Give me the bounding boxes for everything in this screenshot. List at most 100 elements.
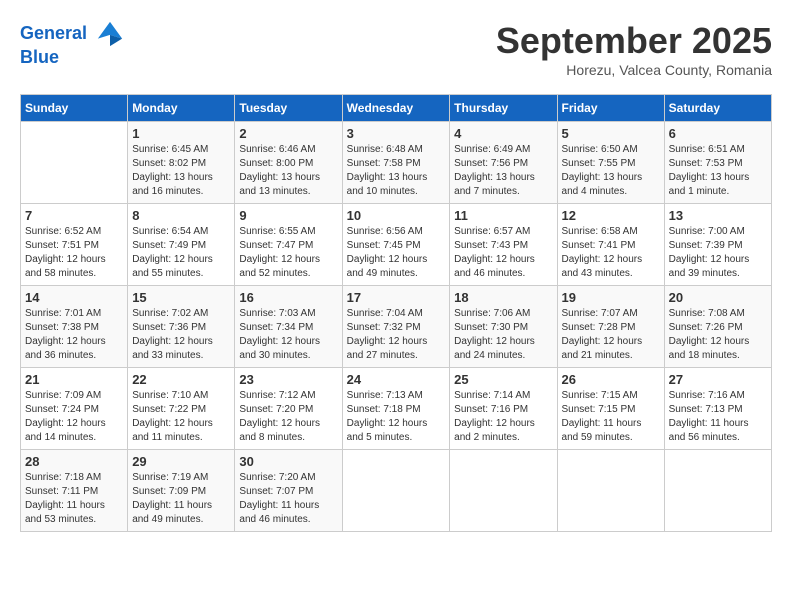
day-cell: 13Sunrise: 7:00 AM Sunset: 7:39 PM Dayli… bbox=[664, 204, 771, 286]
day-detail: Sunrise: 6:50 AM Sunset: 7:55 PM Dayligh… bbox=[562, 143, 660, 199]
title-block: September 2025 Horezu, Valcea County, Ro… bbox=[496, 20, 772, 78]
week-row-2: 7 Sunrise: 6:52 AM Sunset: 7:51 PM Daylig… bbox=[21, 204, 772, 286]
day-cell: 30Sunrise: 7:20 AM Sunset: 7:07 PM Dayli… bbox=[235, 450, 342, 532]
week-row-3: 14 Sunrise: 7:01 AM Sunset: 7:38 PM Dayli… bbox=[21, 286, 772, 368]
day-cell: 29 Sunrise: 7:19 AM Sunset: 7:09 PM Dayli… bbox=[128, 450, 235, 532]
day-cell: 22 Sunrise: 7:10 AM Sunset: 7:22 PM Dayli… bbox=[128, 368, 235, 450]
day-detail: Sunrise: 6:48 AM Sunset: 7:58 PM Dayligh… bbox=[347, 143, 446, 199]
day-number: 6 bbox=[669, 126, 767, 141]
location-subtitle: Horezu, Valcea County, Romania bbox=[496, 62, 772, 78]
day-number: 13 bbox=[669, 208, 767, 223]
day-detail: Sunrise: 6:49 AM Sunset: 7:56 PM Dayligh… bbox=[454, 143, 552, 199]
day-cell: 27 Sunrise: 7:16 AM Sunset: 7:13 PM Dayli… bbox=[664, 368, 771, 450]
day-number: 11 bbox=[454, 208, 552, 223]
day-detail: Sunrise: 7:04 AM Sunset: 7:32 PM Dayligh… bbox=[347, 307, 446, 363]
day-detail: Sunrise: 7:12 AM Sunset: 7:20 PM Dayligh… bbox=[239, 389, 337, 445]
day-detail: Sunrise: 7:01 AM Sunset: 7:38 PM Dayligh… bbox=[25, 307, 123, 363]
day-number: 19 bbox=[562, 290, 660, 305]
week-row-1: 1 Sunrise: 6:45 AM Sunset: 8:02 PM Daylig… bbox=[21, 122, 772, 204]
day-number: 24 bbox=[347, 372, 446, 387]
day-detail: Sunrise: 6:45 AM Sunset: 8:02 PM Dayligh… bbox=[132, 143, 230, 199]
day-number: 7 bbox=[25, 208, 123, 223]
day-cell: 28Sunrise: 7:18 AM Sunset: 7:11 PM Dayli… bbox=[21, 450, 128, 532]
day-number: 29 bbox=[132, 454, 230, 469]
day-number: 10 bbox=[347, 208, 446, 223]
day-number: 2 bbox=[239, 126, 337, 141]
day-cell: 9Sunrise: 6:55 AM Sunset: 7:47 PM Daylig… bbox=[235, 204, 342, 286]
weekday-header-sunday: Sunday bbox=[21, 95, 128, 122]
day-detail: Sunrise: 6:57 AM Sunset: 7:43 PM Dayligh… bbox=[454, 225, 552, 281]
logo-icon bbox=[96, 20, 124, 48]
day-cell: 5 Sunrise: 6:50 AM Sunset: 7:55 PM Daylig… bbox=[557, 122, 664, 204]
day-cell: 14 Sunrise: 7:01 AM Sunset: 7:38 PM Dayli… bbox=[21, 286, 128, 368]
day-number: 3 bbox=[347, 126, 446, 141]
day-number: 20 bbox=[669, 290, 767, 305]
day-number: 27 bbox=[669, 372, 767, 387]
day-detail: Sunrise: 7:16 AM Sunset: 7:13 PM Dayligh… bbox=[669, 389, 767, 445]
day-cell: 7 Sunrise: 6:52 AM Sunset: 7:51 PM Daylig… bbox=[21, 204, 128, 286]
day-cell: 4 Sunrise: 6:49 AM Sunset: 7:56 PM Daylig… bbox=[450, 122, 557, 204]
day-cell bbox=[664, 450, 771, 532]
week-row-5: 28Sunrise: 7:18 AM Sunset: 7:11 PM Dayli… bbox=[21, 450, 772, 532]
day-cell: 19 Sunrise: 7:07 AM Sunset: 7:28 PM Dayli… bbox=[557, 286, 664, 368]
day-number: 17 bbox=[347, 290, 446, 305]
weekday-header-saturday: Saturday bbox=[664, 95, 771, 122]
day-detail: Sunrise: 7:14 AM Sunset: 7:16 PM Dayligh… bbox=[454, 389, 552, 445]
month-title: September 2025 bbox=[496, 20, 772, 62]
day-number: 8 bbox=[132, 208, 230, 223]
day-detail: Sunrise: 7:08 AM Sunset: 7:26 PM Dayligh… bbox=[669, 307, 767, 363]
day-number: 12 bbox=[562, 208, 660, 223]
day-cell: 10Sunrise: 6:56 AM Sunset: 7:45 PM Dayli… bbox=[342, 204, 450, 286]
calendar-table: SundayMondayTuesdayWednesdayThursdayFrid… bbox=[20, 94, 772, 532]
day-cell: 16 Sunrise: 7:03 AM Sunset: 7:34 PM Dayli… bbox=[235, 286, 342, 368]
weekday-header-tuesday: Tuesday bbox=[235, 95, 342, 122]
day-detail: Sunrise: 6:51 AM Sunset: 7:53 PM Dayligh… bbox=[669, 143, 767, 199]
week-row-4: 21 Sunrise: 7:09 AM Sunset: 7:24 PM Dayli… bbox=[21, 368, 772, 450]
day-detail: Sunrise: 7:18 AM Sunset: 7:11 PM Dayligh… bbox=[25, 471, 123, 527]
day-cell: 11 Sunrise: 6:57 AM Sunset: 7:43 PM Dayli… bbox=[450, 204, 557, 286]
day-detail: Sunrise: 7:06 AM Sunset: 7:30 PM Dayligh… bbox=[454, 307, 552, 363]
day-cell bbox=[342, 450, 450, 532]
day-number: 16 bbox=[239, 290, 337, 305]
day-number: 5 bbox=[562, 126, 660, 141]
day-number: 1 bbox=[132, 126, 230, 141]
day-detail: Sunrise: 7:15 AM Sunset: 7:15 PM Dayligh… bbox=[562, 389, 660, 445]
weekday-header-row: SundayMondayTuesdayWednesdayThursdayFrid… bbox=[21, 95, 772, 122]
day-cell: 20 Sunrise: 7:08 AM Sunset: 7:26 PM Dayli… bbox=[664, 286, 771, 368]
day-number: 4 bbox=[454, 126, 552, 141]
day-number: 22 bbox=[132, 372, 230, 387]
day-detail: Sunrise: 7:09 AM Sunset: 7:24 PM Dayligh… bbox=[25, 389, 123, 445]
day-detail: Sunrise: 7:20 AM Sunset: 7:07 PM Dayligh… bbox=[239, 471, 337, 527]
day-number: 9 bbox=[239, 208, 337, 223]
day-cell: 17 Sunrise: 7:04 AM Sunset: 7:32 PM Dayli… bbox=[342, 286, 450, 368]
day-detail: Sunrise: 6:58 AM Sunset: 7:41 PM Dayligh… bbox=[562, 225, 660, 281]
day-detail: Sunrise: 7:03 AM Sunset: 7:34 PM Dayligh… bbox=[239, 307, 337, 363]
logo-text: General bbox=[20, 20, 124, 48]
day-detail: Sunrise: 7:07 AM Sunset: 7:28 PM Dayligh… bbox=[562, 307, 660, 363]
day-number: 23 bbox=[239, 372, 337, 387]
weekday-header-wednesday: Wednesday bbox=[342, 95, 450, 122]
day-cell: 1 Sunrise: 6:45 AM Sunset: 8:02 PM Daylig… bbox=[128, 122, 235, 204]
day-number: 18 bbox=[454, 290, 552, 305]
day-cell bbox=[21, 122, 128, 204]
day-cell: 21 Sunrise: 7:09 AM Sunset: 7:24 PM Dayli… bbox=[21, 368, 128, 450]
day-detail: Sunrise: 7:10 AM Sunset: 7:22 PM Dayligh… bbox=[132, 389, 230, 445]
logo: General Blue bbox=[20, 20, 124, 68]
day-cell: 8 Sunrise: 6:54 AM Sunset: 7:49 PM Daylig… bbox=[128, 204, 235, 286]
day-detail: Sunrise: 6:54 AM Sunset: 7:49 PM Dayligh… bbox=[132, 225, 230, 281]
day-detail: Sunrise: 6:46 AM Sunset: 8:00 PM Dayligh… bbox=[239, 143, 337, 199]
weekday-header-friday: Friday bbox=[557, 95, 664, 122]
day-cell: 6 Sunrise: 6:51 AM Sunset: 7:53 PM Daylig… bbox=[664, 122, 771, 204]
day-detail: Sunrise: 7:19 AM Sunset: 7:09 PM Dayligh… bbox=[132, 471, 230, 527]
day-number: 21 bbox=[25, 372, 123, 387]
page-header: General Blue September 2025 Horezu, Valc… bbox=[20, 20, 772, 78]
day-number: 25 bbox=[454, 372, 552, 387]
day-cell: 24Sunrise: 7:13 AM Sunset: 7:18 PM Dayli… bbox=[342, 368, 450, 450]
day-cell: 15Sunrise: 7:02 AM Sunset: 7:36 PM Dayli… bbox=[128, 286, 235, 368]
day-number: 26 bbox=[562, 372, 660, 387]
day-number: 14 bbox=[25, 290, 123, 305]
day-cell: 3 Sunrise: 6:48 AM Sunset: 7:58 PM Daylig… bbox=[342, 122, 450, 204]
day-cell bbox=[450, 450, 557, 532]
day-detail: Sunrise: 6:52 AM Sunset: 7:51 PM Dayligh… bbox=[25, 225, 123, 281]
day-cell: 12 Sunrise: 6:58 AM Sunset: 7:41 PM Dayli… bbox=[557, 204, 664, 286]
